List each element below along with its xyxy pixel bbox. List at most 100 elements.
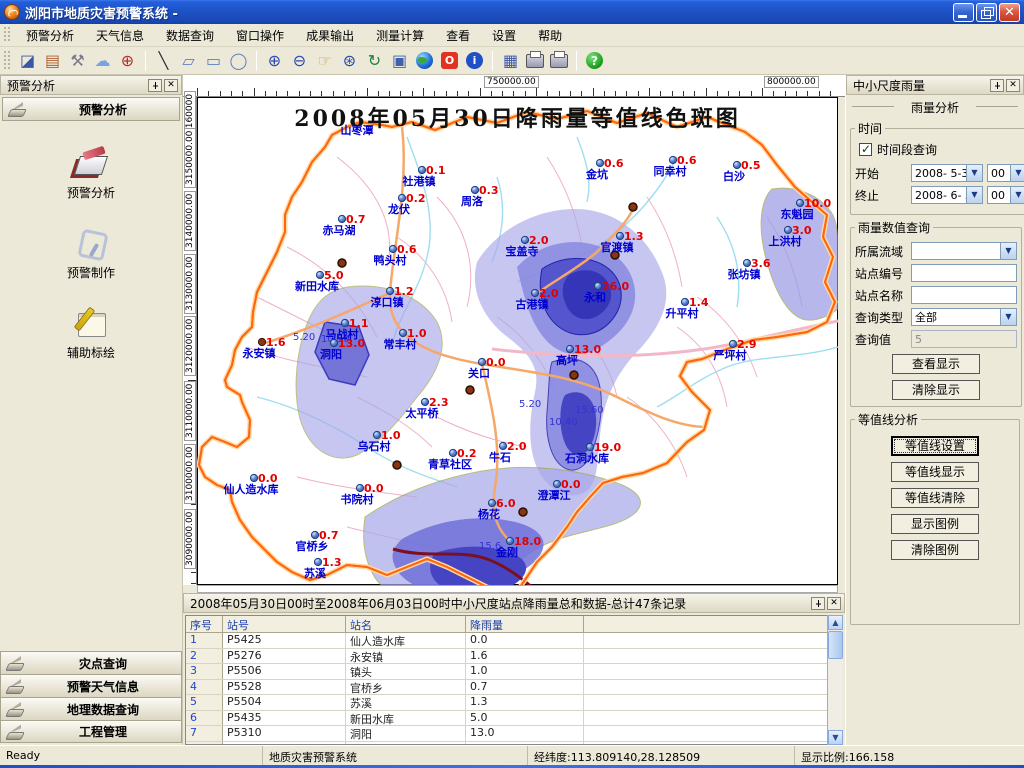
refresh-view-icon[interactable]: ↻	[363, 49, 386, 72]
close-icon[interactable]: ✕	[164, 79, 178, 92]
scroll-thumb[interactable]	[828, 631, 843, 659]
start-hour-select[interactable]: 00 ▼	[987, 164, 1024, 182]
menu-item-预警分析[interactable]: 预警分析	[15, 24, 85, 47]
zoom-out-icon[interactable]: ⊖	[288, 49, 311, 72]
stack-bar-灾点查询[interactable]: 灾点查询	[0, 651, 182, 674]
table-vertical-scrollbar[interactable]: ▲ ▼	[827, 615, 843, 745]
station-dot[interactable]	[356, 484, 363, 491]
chevron-down-icon[interactable]: ▼	[1010, 165, 1024, 181]
draw-ellipse-icon[interactable]: ◯	[227, 49, 250, 72]
toolbar-grip[interactable]	[3, 51, 12, 70]
zoom-extent-icon[interactable]: ⊛	[338, 49, 361, 72]
tool-item-辅助标绘[interactable]: 辅助标绘	[0, 307, 182, 361]
station-dot[interactable]	[250, 474, 257, 481]
column-header-序号[interactable]: 序号	[186, 616, 223, 632]
station-dot[interactable]	[418, 166, 425, 173]
input-站点编号[interactable]	[911, 264, 1017, 282]
chevron-down-icon[interactable]: ▼	[1010, 187, 1024, 203]
station-dot[interactable]	[796, 199, 803, 206]
map-image-icon[interactable]: ▦	[499, 49, 522, 72]
close-icon[interactable]: ✕	[827, 597, 841, 610]
station-dot[interactable]	[258, 338, 265, 345]
map-canvas[interactable]: 5.2010.50155.2015.6010.4015.6 山枣潭0.1社港镇0…	[197, 97, 838, 585]
station-dot[interactable]	[616, 232, 623, 239]
button-清除图例[interactable]: 清除图例	[891, 540, 979, 560]
button-等值线设置[interactable]: 等值线设置	[891, 436, 979, 456]
draw-polygon-icon[interactable]: ▱	[177, 49, 200, 72]
scroll-up-icon[interactable]: ▲	[828, 615, 843, 630]
monitor-point[interactable]	[393, 461, 401, 469]
menu-item-窗口操作[interactable]: 窗口操作	[225, 24, 295, 47]
station-dot[interactable]	[566, 345, 573, 352]
station-dot[interactable]	[521, 236, 528, 243]
station-dot[interactable]	[553, 480, 560, 487]
station-dot[interactable]	[784, 226, 791, 233]
left-section-header[interactable]: 预警分析	[2, 97, 180, 121]
chevron-down-icon[interactable]: ▼	[966, 165, 982, 181]
pan-hand-icon[interactable]: ☞	[313, 49, 336, 72]
chevron-down-icon[interactable]: ▼	[1000, 243, 1016, 259]
menu-item-设置[interactable]: 设置	[481, 24, 527, 47]
button-查看显示[interactable]: 查看显示	[892, 354, 980, 374]
monitor-point[interactable]	[570, 371, 578, 379]
menu-item-数据查询[interactable]: 数据查询	[155, 24, 225, 47]
station-dot[interactable]	[733, 161, 740, 168]
print-icon[interactable]	[526, 54, 544, 68]
end-hour-select[interactable]: 00 ▼	[987, 186, 1024, 204]
map-select-icon[interactable]: ◪	[16, 49, 39, 72]
monitor-point[interactable]	[629, 203, 637, 211]
info-icon[interactable]: i	[466, 52, 483, 69]
time-range-checkbox[interactable]	[859, 143, 872, 156]
station-dot[interactable]	[729, 340, 736, 347]
station-dot[interactable]	[338, 215, 345, 222]
globe-icon[interactable]	[416, 52, 433, 69]
tool-item-预警制作[interactable]: 预警制作	[0, 227, 182, 281]
table-row[interactable]: 5P5504苏溪1.3	[186, 695, 842, 711]
start-date-select[interactable]: 2008- 5-30 ▼	[911, 164, 983, 182]
station-dot[interactable]	[314, 558, 321, 565]
station-dot[interactable]	[373, 431, 380, 438]
station-dot[interactable]	[449, 449, 456, 456]
stack-bar-工程管理[interactable]: 工程管理	[0, 720, 182, 743]
button-等值线清除[interactable]: 等值线清除	[891, 488, 979, 508]
scroll-down-icon[interactable]: ▼	[828, 730, 843, 745]
menu-item-查看[interactable]: 查看	[435, 24, 481, 47]
station-dot[interactable]	[471, 186, 478, 193]
map-horizontal-scrollbar[interactable]	[197, 585, 838, 593]
restore-button[interactable]	[976, 3, 997, 22]
table-row[interactable]: 1P5425仙人造水库0.0	[186, 633, 842, 649]
select-所属流域[interactable]: ▼	[911, 242, 1017, 260]
pin-icon[interactable]	[811, 597, 825, 610]
menu-item-成果输出[interactable]: 成果输出	[295, 24, 365, 47]
minimize-button[interactable]	[953, 3, 974, 22]
station-dot[interactable]	[669, 156, 676, 163]
station-dot[interactable]	[594, 282, 601, 289]
zoom-in-icon[interactable]: ⊕	[263, 49, 286, 72]
monitor-point[interactable]	[338, 259, 346, 267]
menu-grip[interactable]	[3, 27, 12, 42]
table-row[interactable]: 6P5435新田水库5.0	[186, 711, 842, 727]
column-header-站号[interactable]: 站号	[223, 616, 346, 632]
button-清除显示[interactable]: 清除显示	[892, 380, 980, 400]
cloud-icon[interactable]: ☁	[91, 49, 114, 72]
station-dot[interactable]	[389, 245, 396, 252]
menu-item-测量计算[interactable]: 测量计算	[365, 24, 435, 47]
select-查询类型[interactable]: 全部▼	[911, 308, 1017, 326]
station-dot[interactable]	[586, 443, 593, 450]
menu-item-天气信息[interactable]: 天气信息	[85, 24, 155, 47]
station-dot[interactable]	[596, 159, 603, 166]
draw-rect-icon[interactable]: ▭	[202, 49, 225, 72]
draw-line-icon[interactable]: ╲	[152, 49, 175, 72]
chevron-down-icon[interactable]: ▼	[1000, 309, 1016, 325]
stack-bar-地理数据查询[interactable]: 地理数据查询	[0, 697, 182, 720]
station-dot[interactable]	[311, 531, 318, 538]
menu-item-帮助[interactable]: 帮助	[527, 24, 573, 47]
paint-layer-icon[interactable]: ▤	[41, 49, 64, 72]
station-dot[interactable]	[421, 398, 428, 405]
table-row[interactable]: 7P5310洞阳13.0	[186, 726, 842, 742]
close-icon[interactable]: ✕	[1006, 79, 1020, 92]
station-dot[interactable]	[531, 289, 538, 296]
station-dot[interactable]	[488, 499, 495, 506]
station-dot[interactable]	[330, 339, 337, 346]
print-setup-icon[interactable]	[550, 54, 568, 68]
